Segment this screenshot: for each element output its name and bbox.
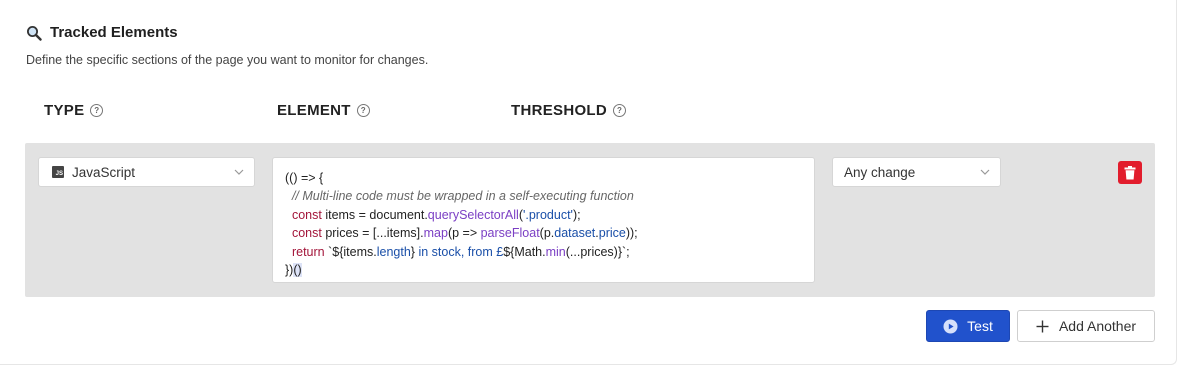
play-circle-icon — [943, 319, 958, 333]
code-line: return `${items.length} in stock, from £… — [291, 244, 630, 259]
threshold-select-value: Any change — [844, 164, 916, 180]
type-select-value: JavaScript — [72, 164, 136, 180]
test-button-label: Test — [967, 318, 993, 334]
code-line: const prices = [...items].map(p => parse… — [291, 226, 638, 241]
threshold-select[interactable]: Any change — [832, 157, 1001, 187]
column-header-threshold-label: THRESHOLD — [511, 102, 608, 119]
type-select[interactable]: JS JavaScript — [38, 157, 255, 187]
add-another-button[interactable]: Add Another — [1017, 310, 1155, 342]
code-line: const items = document.querySelectorAll(… — [291, 207, 581, 222]
column-header-element-label: ELEMENT — [277, 102, 351, 119]
code-line: (() => { — [285, 171, 324, 185]
plus-icon — [1036, 320, 1049, 332]
chevron-down-icon — [980, 169, 990, 175]
code-line: })() — [285, 262, 302, 277]
tracked-elements-panel: Tracked Elements Define the specific sec… — [0, 0, 1177, 365]
section-description: Define the specific sections of the page… — [26, 53, 429, 67]
column-header-type-label: TYPE — [44, 102, 85, 119]
code-line: // Multi-line code must be wrapped in a … — [291, 189, 634, 204]
column-header-element: ELEMENT ? — [277, 102, 370, 119]
help-icon[interactable]: ? — [356, 104, 370, 117]
section-header: Tracked Elements — [26, 24, 178, 41]
add-another-button-label: Add Another — [1058, 318, 1137, 334]
help-icon[interactable]: ? — [90, 104, 104, 117]
magnifier-icon — [26, 25, 42, 41]
trash-icon — [1124, 165, 1136, 179]
js-file-icon: JS — [52, 166, 64, 178]
delete-row-button[interactable] — [1118, 161, 1142, 184]
column-header-type: TYPE ? — [44, 102, 104, 119]
chevron-down-icon — [234, 169, 244, 175]
help-icon[interactable]: ? — [613, 104, 627, 117]
element-code-editor[interactable]: (() => { // Multi-line code must be wrap… — [272, 157, 815, 283]
test-button[interactable]: Test — [926, 310, 1010, 342]
section-title: Tracked Elements — [50, 24, 178, 41]
column-header-threshold: THRESHOLD ? — [511, 102, 627, 119]
